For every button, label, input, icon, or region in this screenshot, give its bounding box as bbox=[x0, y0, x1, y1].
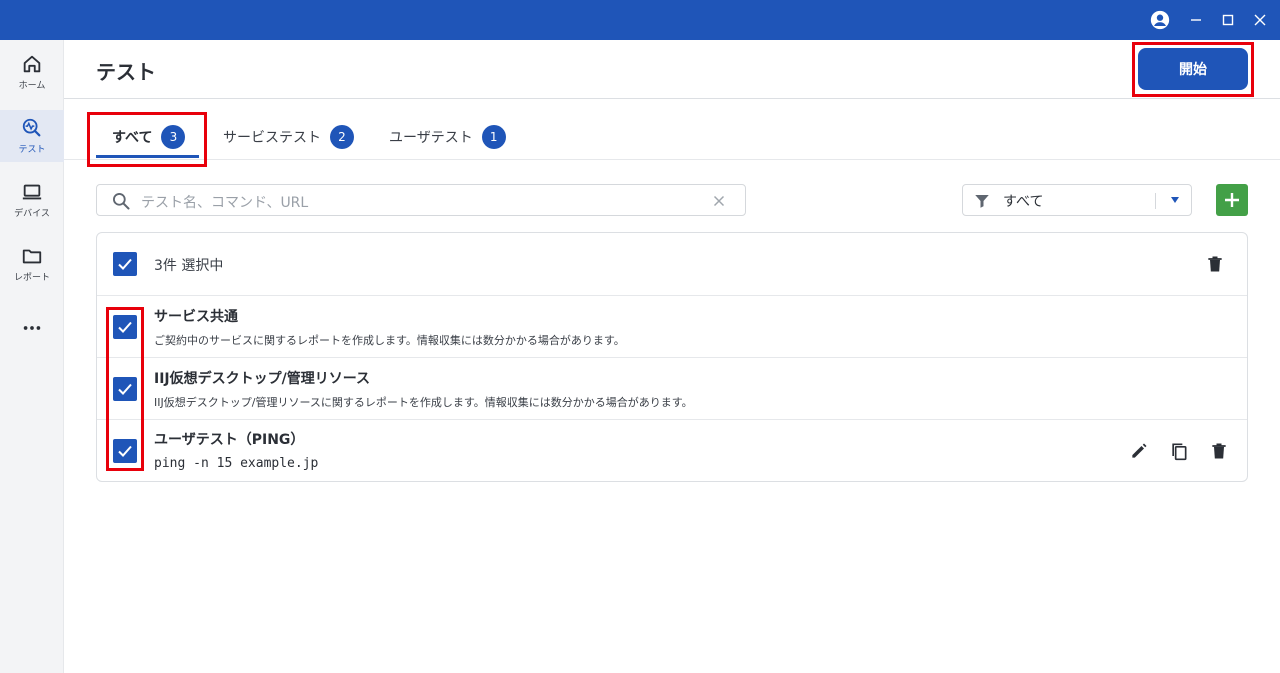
search-placeholder: テスト名、コマンド、URL bbox=[141, 195, 309, 211]
sidebar-item-label: テスト bbox=[18, 145, 46, 155]
list-item[interactable]: IIJ仮想デスクトップ/管理リソース IIJ仮想デスクトップ/管理リソースに関す… bbox=[97, 358, 1247, 420]
search-icon bbox=[113, 193, 130, 210]
sidebar-item-more[interactable] bbox=[0, 302, 64, 354]
sidebar-item-label: デバイス bbox=[14, 209, 50, 219]
filter-selected-value: すべて bbox=[1003, 194, 1044, 210]
test-list: 3件 選択中 サービス共通 ご契約中のサービスに関するレポートを作成します。情報… bbox=[96, 232, 1248, 482]
minimize-icon[interactable] bbox=[1184, 8, 1208, 32]
close-icon[interactable] bbox=[1248, 8, 1272, 32]
account-icon[interactable] bbox=[1148, 8, 1172, 32]
trash-icon bbox=[1212, 443, 1226, 459]
sidebar: ホーム テスト デバイス レポート bbox=[0, 40, 64, 673]
select-all-row: 3件 選択中 bbox=[97, 233, 1247, 296]
edit-button[interactable] bbox=[1127, 439, 1151, 463]
more-horizontal-icon bbox=[23, 326, 41, 330]
maximize-icon[interactable] bbox=[1216, 8, 1240, 32]
sidebar-item-test[interactable]: テスト bbox=[0, 110, 64, 162]
highlight-item-checkboxes bbox=[106, 307, 144, 471]
checkmark-icon bbox=[118, 258, 132, 270]
page-header: テスト 開始 bbox=[64, 40, 1280, 99]
pencil-icon bbox=[1132, 443, 1147, 458]
sidebar-item-reports[interactable]: レポート bbox=[0, 238, 64, 290]
sidebar-item-home[interactable]: ホーム bbox=[0, 46, 64, 98]
item-description: ご契約中のサービスに関するレポートを作成します。情報収集には数分かかる場合があり… bbox=[154, 334, 625, 347]
count-badge: 2 bbox=[330, 125, 354, 149]
list-item[interactable]: サービス共通 ご契約中のサービスに関するレポートを作成します。情報収集には数分か… bbox=[97, 296, 1247, 358]
tab-bar: すべて 3 サービステスト 2 ユーザテスト 1 bbox=[64, 100, 1280, 160]
copy-icon bbox=[1172, 443, 1187, 461]
delete-button[interactable] bbox=[1207, 439, 1231, 463]
folder-icon bbox=[22, 249, 42, 264]
trash-icon bbox=[1208, 256, 1222, 272]
clear-icon[interactable] bbox=[713, 195, 725, 207]
filter-divider bbox=[1155, 193, 1156, 209]
item-description: IIJ仮想デスクトップ/管理リソースに関するレポートを作成します。情報収集には数… bbox=[154, 396, 693, 409]
select-all-checkbox[interactable] bbox=[113, 252, 137, 276]
sidebar-item-devices[interactable]: デバイス bbox=[0, 174, 64, 226]
sidebar-item-label: レポート bbox=[13, 273, 50, 283]
item-command: ping -n 15 example.jp bbox=[154, 456, 319, 471]
copy-button[interactable] bbox=[1167, 439, 1191, 463]
title-bar bbox=[0, 0, 1280, 40]
delete-selected-button[interactable] bbox=[1203, 252, 1227, 276]
home-icon bbox=[23, 55, 41, 73]
chevron-down-icon bbox=[1171, 197, 1179, 203]
plus-icon bbox=[1225, 193, 1239, 207]
item-title: サービス共通 bbox=[154, 309, 238, 325]
laptop-icon bbox=[22, 184, 42, 200]
filter-select[interactable]: すべて bbox=[962, 184, 1192, 216]
selection-count: 3件 選択中 bbox=[154, 258, 224, 274]
list-item[interactable]: ユーザテスト（PING） ping -n 15 example.jp bbox=[97, 420, 1247, 481]
tab-label: ユーザテスト bbox=[389, 130, 473, 146]
tab-service-test[interactable]: サービステスト 2 bbox=[223, 124, 354, 150]
highlight-tab-all bbox=[87, 112, 207, 167]
item-title: ユーザテスト（PING） bbox=[154, 432, 305, 448]
highlight-start-button bbox=[1132, 42, 1254, 97]
test-icon bbox=[22, 118, 41, 137]
filter-icon bbox=[975, 195, 989, 208]
tab-label: サービステスト bbox=[223, 130, 321, 146]
tab-user-test[interactable]: ユーザテスト 1 bbox=[389, 124, 506, 150]
sidebar-item-label: ホーム bbox=[18, 81, 46, 91]
count-badge: 1 bbox=[481, 125, 506, 149]
page-title: テスト bbox=[96, 60, 156, 84]
search-input[interactable]: テスト名、コマンド、URL bbox=[96, 184, 746, 216]
item-title: IIJ仮想デスクトップ/管理リソース bbox=[154, 371, 371, 387]
add-button[interactable] bbox=[1216, 184, 1248, 216]
